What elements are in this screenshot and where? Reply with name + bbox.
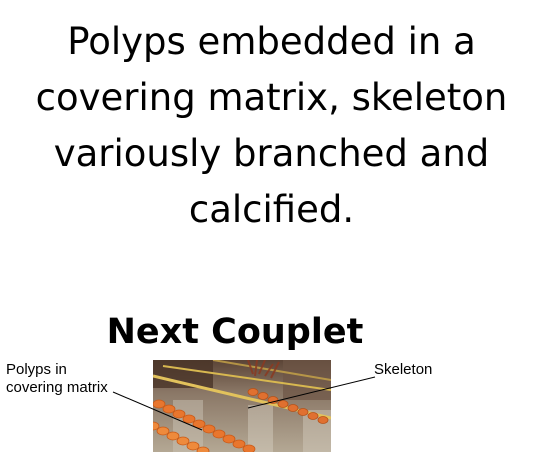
polyps-label: Polyps in covering matrix xyxy=(6,361,108,397)
specimen-photo xyxy=(153,360,331,452)
next-couplet-link[interactable]: Next Couplet xyxy=(0,308,470,356)
polyps-label-line-1: Polyps in xyxy=(6,361,67,378)
skeleton-label: Skeleton xyxy=(374,361,433,378)
description-line-1: Polyps embedded in a xyxy=(67,20,476,63)
description-line-3: variously branched and xyxy=(53,132,490,175)
description-text: Polyps embedded in a covering matrix, sk… xyxy=(0,14,543,238)
polyps-label-line-2: covering matrix xyxy=(6,379,108,396)
description-line-2: covering matrix, skeleton xyxy=(35,76,508,119)
description-line-4: calcified. xyxy=(188,188,355,231)
